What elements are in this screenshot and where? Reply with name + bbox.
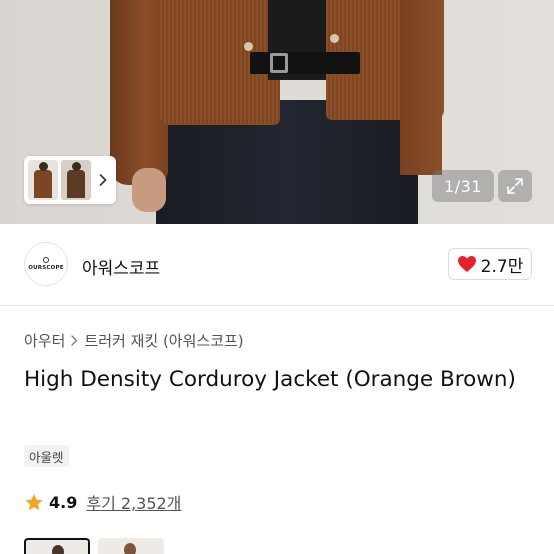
color-option[interactable]: [24, 538, 90, 554]
product-photo: [110, 0, 450, 224]
color-option[interactable]: [98, 538, 164, 554]
gallery-thumbnail-strip[interactable]: [24, 156, 116, 204]
color-option-list: [24, 538, 164, 554]
store-row: OURSCOPE 아워스코프 2.7만: [0, 238, 554, 294]
outlet-tag: 아울렛: [24, 445, 69, 467]
store-logo[interactable]: OURSCOPE: [24, 242, 68, 286]
chevron-right-icon[interactable]: [94, 160, 112, 200]
star-icon: [25, 493, 43, 510]
rating-value: 4.9: [49, 492, 78, 512]
store-logo-text: OURSCOPE: [28, 265, 64, 271]
like-button[interactable]: 2.7만: [448, 248, 532, 280]
chevron-right-icon: [71, 335, 78, 346]
gallery-thumbnail[interactable]: [28, 160, 58, 200]
image-counter: 1/31: [432, 170, 494, 202]
breadcrumb: 아우터 트러커 재킷 (아워스코프): [24, 330, 244, 351]
store-name[interactable]: 아워스코프: [82, 254, 160, 279]
reviews-link[interactable]: 후기 2,352개: [86, 490, 181, 514]
store-mark-icon: [43, 257, 49, 263]
expand-icon[interactable]: [498, 170, 532, 202]
heart-icon: [457, 256, 476, 272]
breadcrumb-item[interactable]: 트러커 재킷 (아워스코프): [84, 330, 243, 351]
rating-row: 4.9 후기 2,352개: [24, 490, 181, 514]
like-count: 2.7만: [480, 256, 524, 277]
product-title: High Density Corduroy Jacket (Orange Bro…: [24, 367, 516, 392]
divider: [0, 305, 554, 306]
breadcrumb-item[interactable]: 아우터: [24, 330, 65, 351]
product-image-gallery[interactable]: 1/31: [0, 0, 554, 224]
gallery-thumbnail[interactable]: [61, 160, 91, 200]
